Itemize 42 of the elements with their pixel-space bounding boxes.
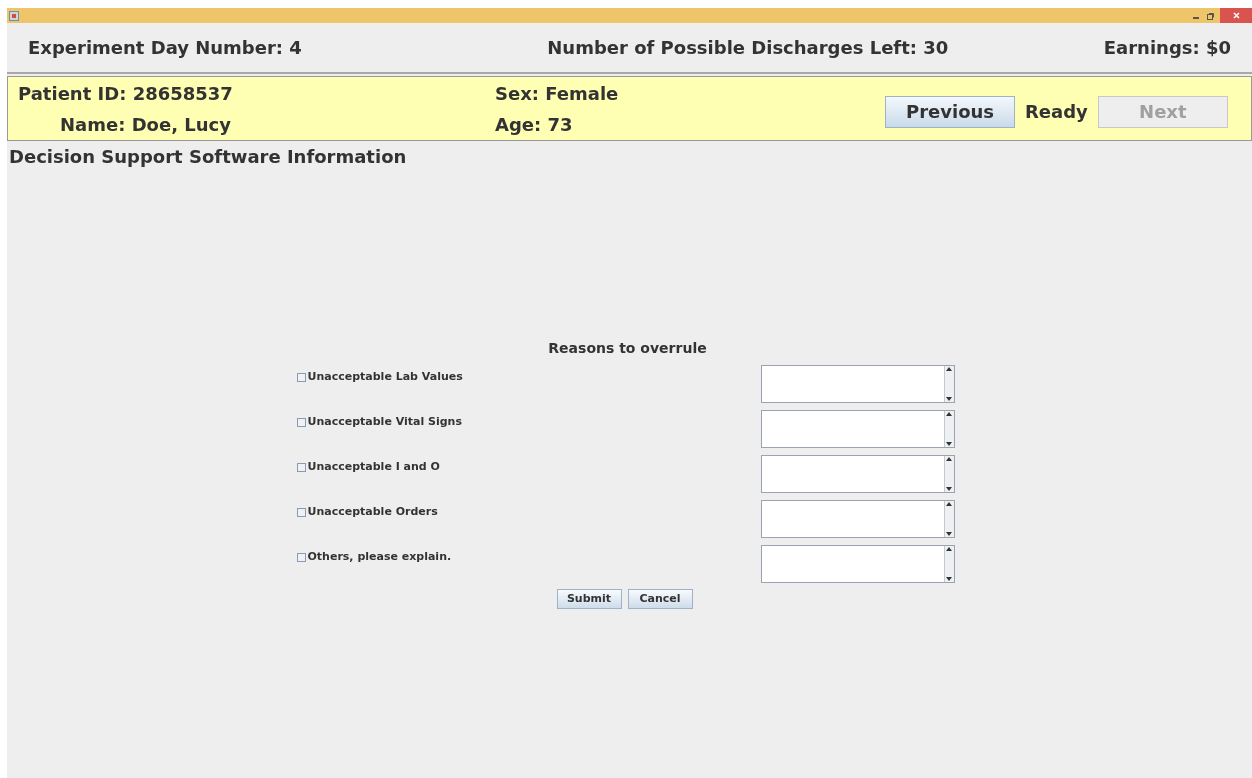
form-button[interactable]: Cancel	[627, 589, 693, 609]
patient-id-label: Patient ID: 28658537	[18, 81, 234, 106]
restore-icon[interactable]	[1206, 11, 1214, 20]
scrollbar[interactable]	[943, 366, 954, 402]
checkbox-label: Unacceptable Orders	[307, 504, 438, 520]
scroll-up-icon[interactable]	[946, 366, 952, 372]
earnings-label: Earnings: $0	[1103, 36, 1231, 60]
scrollbar[interactable]	[943, 411, 954, 447]
checkbox-label: Unacceptable Lab Values	[307, 369, 463, 385]
scrollbar[interactable]	[943, 456, 954, 492]
age-label: Age: 73	[495, 112, 574, 137]
scroll-down-icon[interactable]	[946, 441, 952, 447]
patient-name-label: Name: Doe, Lucy	[59, 112, 232, 137]
discharges-left-label: Number of Possible Discharges Left: 30	[547, 36, 949, 60]
app-icon	[9, 10, 19, 21]
nav.previous-button[interactable]: Previous	[885, 95, 1015, 128]
checkbox-label: Unacceptable I and O	[307, 459, 440, 475]
scroll-down-icon[interactable]	[946, 486, 952, 492]
close-icon[interactable]	[1232, 12, 1240, 19]
checkbox[interactable]	[296, 417, 306, 427]
scrollbar[interactable]	[943, 501, 954, 537]
scroll-up-icon[interactable]	[946, 456, 952, 462]
section-title: Decision Support Software Information	[8, 145, 408, 169]
scroll-up-icon[interactable]	[946, 501, 952, 507]
form-button[interactable]: Submit	[556, 589, 622, 609]
close-button[interactable]	[1220, 8, 1252, 23]
scroll-up-icon[interactable]	[946, 411, 952, 417]
checkbox[interactable]	[296, 552, 306, 562]
checkbox-label: Unacceptable Vital Signs	[307, 414, 462, 430]
sex-label: Sex: Female	[495, 81, 620, 106]
scroll-down-icon[interactable]	[946, 576, 952, 582]
checkbox[interactable]	[296, 462, 306, 472]
scroll-down-icon[interactable]	[946, 396, 952, 402]
scroll-up-icon[interactable]	[946, 546, 952, 552]
status-label: Ready	[1025, 100, 1088, 124]
scrollbar[interactable]	[943, 546, 954, 582]
scroll-down-icon[interactable]	[946, 531, 952, 537]
day-number-label: Experiment Day Number: 4	[28, 36, 302, 60]
checkbox[interactable]	[296, 507, 306, 517]
checkbox[interactable]	[296, 372, 306, 382]
reasons-title: Reasons to overrule	[548, 339, 707, 358]
checkbox-label: Others, please explain.	[307, 549, 452, 565]
